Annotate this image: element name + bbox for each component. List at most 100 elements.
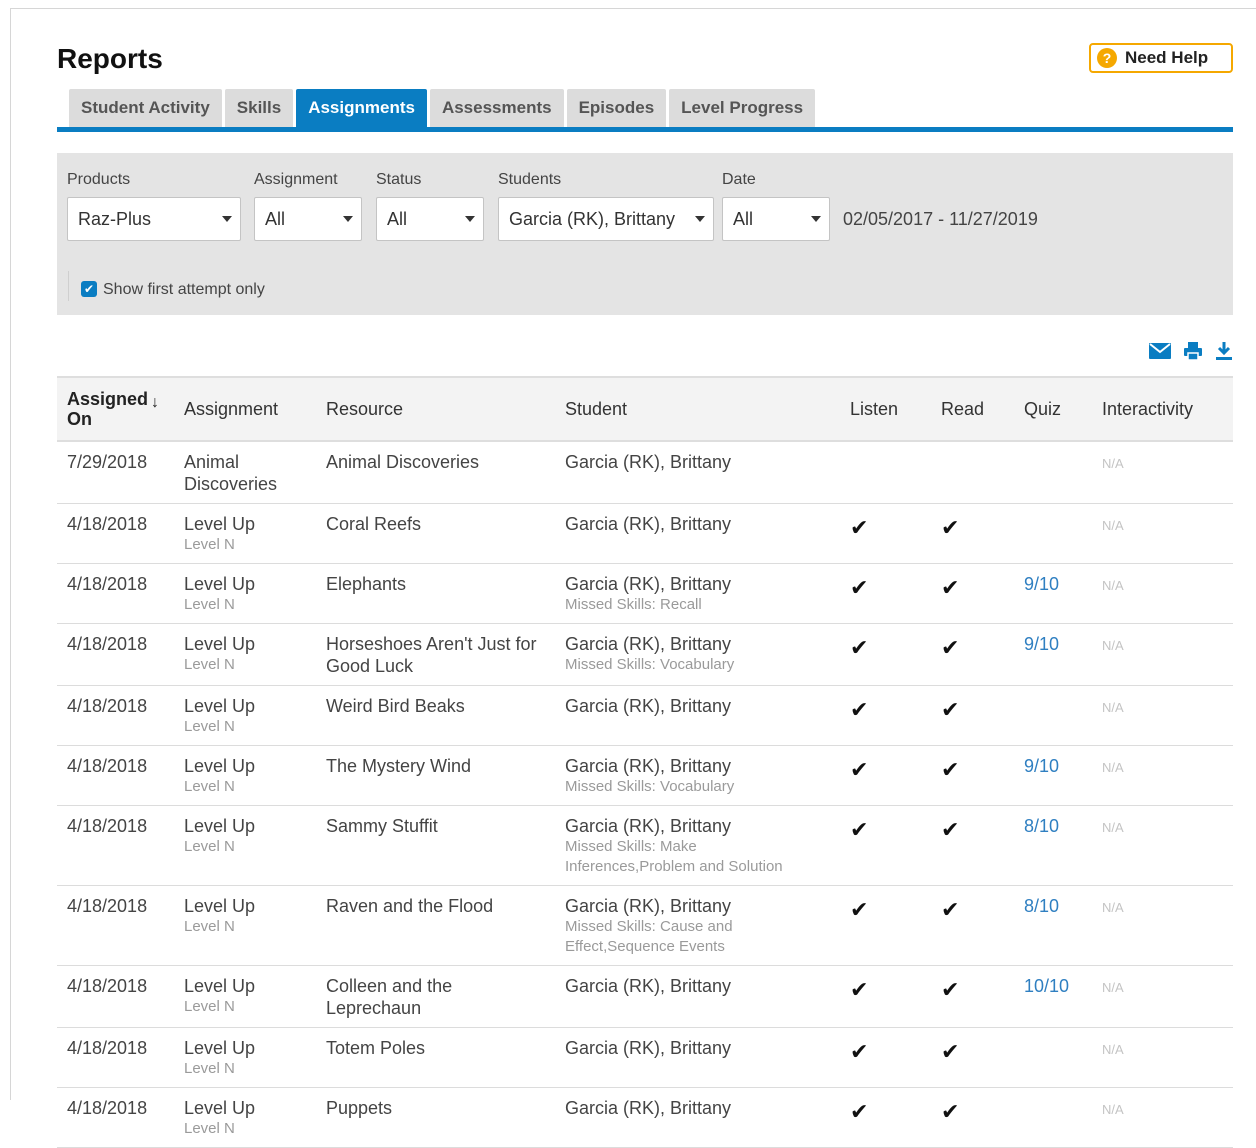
resource-cell: Animal Discoveries [316,441,555,504]
assigned-date: 7/29/2018 [67,452,148,472]
column-header-quiz[interactable]: Quiz [1014,376,1092,442]
chevron-down-icon [343,216,353,222]
email-icon[interactable] [1149,343,1171,359]
resource-name: The Mystery Wind [326,756,472,776]
assignment-level: Level N [184,718,235,735]
products-label: Products [67,171,131,188]
chevron-down-icon [465,216,475,222]
date-select[interactable]: All [722,197,830,241]
interactivity-cell: N/A [1092,965,1233,1028]
tab-level-progress[interactable]: Level Progress [669,89,816,127]
quiz-score-link[interactable]: 9/10 [1024,634,1059,654]
column-header-resource[interactable]: Resource [316,376,555,442]
print-icon[interactable] [1183,341,1203,361]
read-cell: ✔ [931,503,1014,564]
quiz-score-link[interactable]: 8/10 [1024,816,1059,836]
column-header-student[interactable]: Student [555,376,840,442]
assigned-date-cell: 4/18/2018 [57,745,174,806]
report-actions [1149,341,1233,361]
checkmark-icon: ✔ [941,515,960,540]
table-row: 4/18/2018 Level Up Level N Weird Bird Beaks… [57,685,1233,746]
quiz-score-link[interactable]: 10/10 [1024,976,1069,996]
interactivity-cell: N/A [1092,563,1233,624]
checkmark-icon: ✔ [850,635,869,660]
status-select[interactable]: All [376,197,484,241]
assigned-date-cell: 4/18/2018 [57,885,174,966]
table-row: 4/18/2018 Level Up Level N Sammy Stuffit Gar… [57,805,1233,886]
resource-name: Horseshoes Aren't Just for Good Luck [326,634,537,676]
interactivity-value: N/A [1102,760,1124,775]
interactivity-value: N/A [1102,700,1124,715]
checkmark-icon: ✔ [941,757,960,782]
divider [68,271,69,301]
status-label: Status [376,171,422,188]
student-name: Garcia (RK), Brittany [565,976,732,996]
checkmark-icon: ✔ [850,1039,869,1064]
table-row: 4/18/2018 Level Up Level N Puppets Garcia (R… [57,1087,1233,1148]
assignment-name: Level Up [184,1038,256,1058]
checkmark-icon: ✔ [941,635,960,660]
assignment-cell: Level Up Level N [174,503,316,564]
tab-episodes[interactable]: Episodes [566,89,667,127]
interactivity-cell: N/A [1092,745,1233,806]
date-label: Date [722,171,756,188]
interactivity-cell: N/A [1092,1087,1233,1148]
need-help-button[interactable]: ? Need Help [1089,43,1233,73]
checkmark-icon: ✔ [941,817,960,842]
quiz-cell [1014,685,1092,746]
quiz-score-link[interactable]: 9/10 [1024,756,1059,776]
chevron-down-icon [222,216,232,222]
assignment-cell: Level Up Level N [174,685,316,746]
resource-cell: Totem Poles [316,1027,555,1088]
assignment-cell: Level Up Level N [174,1087,316,1148]
assignment-name: Level Up [184,896,256,916]
student-name: Garcia (RK), Brittany [565,634,732,654]
tab-student-activity[interactable]: Student Activity [69,89,222,127]
report-tabs: Student Activity Skills Assignments Asse… [69,89,816,127]
checkmark-icon: ✔ [850,817,869,842]
table-row: 4/18/2018 Level Up Level N The Mystery Wind… [57,745,1233,806]
question-icon: ? [1097,48,1117,68]
column-header-read[interactable]: Read [931,376,1014,442]
students-select[interactable]: Garcia (RK), Brittany [498,197,714,241]
tab-assignments[interactable]: Assignments [296,89,427,127]
listen-cell [840,441,931,504]
student-cell: Garcia (RK), Brittany Missed Skills: Voca… [555,745,840,806]
assignment-name: Animal Discoveries [184,452,278,494]
assignment-level: Level N [184,1060,235,1077]
assigned-date-cell: 4/18/2018 [57,563,174,624]
column-header-assigned-on[interactable]: Assigned On ↓ [57,376,174,442]
column-header-listen[interactable]: Listen [840,376,931,442]
interactivity-value: N/A [1102,518,1124,533]
download-icon[interactable] [1215,341,1233,361]
column-header-interactivity[interactable]: Interactivity [1092,376,1233,442]
assignment-select[interactable]: All [254,197,362,241]
assignment-cell: Level Up Level N [174,623,316,686]
need-help-label: Need Help [1125,48,1209,67]
tab-skills[interactable]: Skills [224,89,294,127]
students-value: Garcia (RK), Brittany [509,208,676,229]
assignment-label: Assignment [254,171,338,188]
first-attempt-checkbox[interactable]: ✔ [81,281,97,297]
assigned-date: 4/18/2018 [67,1098,148,1118]
listen-cell: ✔ [840,885,931,966]
assignment-level: Level N [184,998,235,1015]
date-value: All [733,208,754,229]
assignment-cell: Level Up Level N [174,563,316,624]
assignment-name: Level Up [184,976,256,996]
products-value: Raz-Plus [78,208,152,229]
interactivity-cell: N/A [1092,685,1233,746]
assigned-date-cell: 4/18/2018 [57,1027,174,1088]
checkmark-icon: ✔ [850,697,869,722]
quiz-cell: 8/10 [1014,805,1092,886]
column-header-assignment[interactable]: Assignment [174,376,316,442]
quiz-score-link[interactable]: 9/10 [1024,574,1059,594]
quiz-score-link[interactable]: 8/10 [1024,896,1059,916]
missed-skills: Missed Skills: Cause and Effect,Sequence… [565,918,733,955]
quiz-cell: 8/10 [1014,885,1092,966]
student-cell: Garcia (RK), Brittany [555,503,840,564]
tab-assessments[interactable]: Assessments [429,89,564,127]
products-select[interactable]: Raz-Plus [67,197,241,241]
assignment-name: Level Up [184,574,256,594]
student-name: Garcia (RK), Brittany [565,574,732,594]
